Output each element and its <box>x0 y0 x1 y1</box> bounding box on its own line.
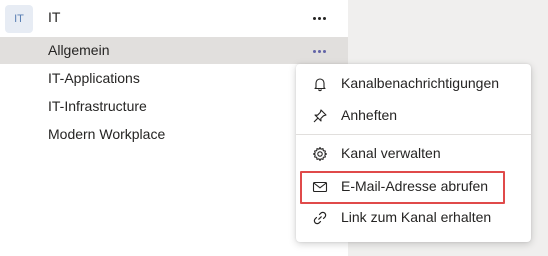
team-avatar: IT <box>5 5 33 33</box>
menu-item-label: Kanalbenachrichtigungen <box>341 75 500 91</box>
team-row-it[interactable]: IT IT <box>0 0 348 36</box>
link-icon <box>313 211 327 225</box>
gear-icon <box>312 146 328 162</box>
menu-item-label: Kanal verwalten <box>341 145 441 161</box>
team-name: IT <box>48 9 61 25</box>
team-more-options-ellipsis-icon[interactable] <box>308 10 330 26</box>
channel-label: Modern Workplace <box>48 126 166 142</box>
bell-icon <box>314 78 326 92</box>
channel-label: IT-Applications <box>48 70 140 86</box>
channel-label: Allgemein <box>48 42 110 58</box>
channel-more-options-ellipsis-icon[interactable] <box>308 43 330 59</box>
menu-item-get-channel-link[interactable]: Link zum Kanal erhalten <box>296 203 531 233</box>
channel-label: IT-Infrastructure <box>48 98 147 114</box>
menu-item-channel-notifications[interactable]: Kanalbenachrichtigungen <box>296 69 531 99</box>
menu-item-label: Anheften <box>341 107 398 123</box>
menu-item-manage-channel[interactable]: Kanal verwalten <box>296 139 531 169</box>
menu-item-label: Link zum Kanal erhalten <box>341 209 492 225</box>
channel-context-menu: Kanalbenachrichtigungen Anheften Kanal v… <box>296 64 531 242</box>
pin-icon <box>313 109 327 123</box>
highlight-annotation-box <box>300 171 505 204</box>
menu-divider <box>296 134 531 135</box>
menu-item-pin[interactable]: Anheften <box>296 101 531 131</box>
channel-item-allgemein[interactable]: Allgemein <box>0 37 348 64</box>
